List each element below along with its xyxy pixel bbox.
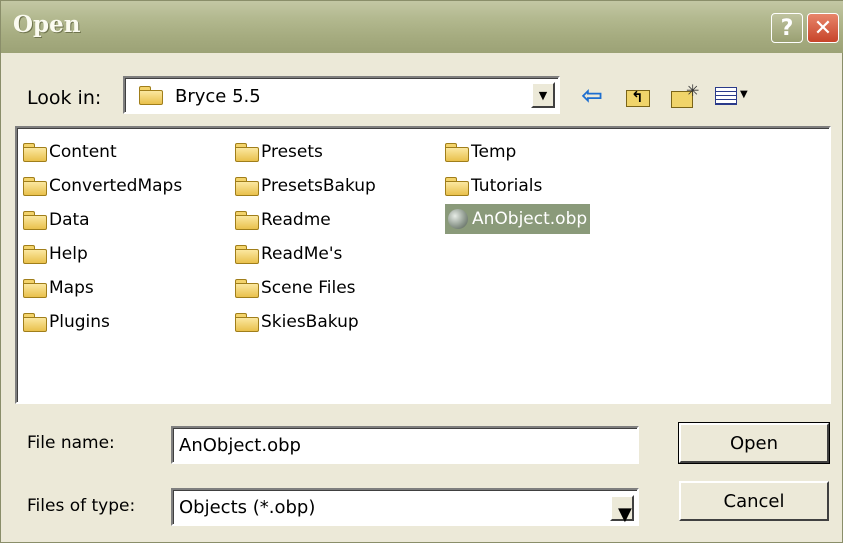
up-folder-icon: ↰ (626, 87, 650, 107)
object-file-icon (448, 209, 468, 229)
title-bar[interactable]: Open ? ✕ (1, 1, 843, 53)
list-item[interactable]: Temp (445, 138, 519, 166)
chevron-down-icon: ▼ (538, 88, 548, 102)
folder-icon (235, 279, 259, 298)
list-item-label: AnObject.obp (472, 209, 588, 229)
list-item-label: Readme (261, 210, 331, 230)
back-button[interactable]: ⇦ (577, 81, 607, 111)
window-title: Open (13, 11, 81, 38)
folder-icon (23, 143, 47, 162)
list-item[interactable]: Data (23, 206, 93, 234)
close-button[interactable]: ✕ (807, 13, 839, 43)
list-item-selected[interactable]: AnObject.obp (445, 204, 591, 234)
cancel-button[interactable]: Cancel (679, 481, 829, 521)
list-item-label: Plugins (49, 312, 110, 332)
list-item[interactable]: Presets (235, 138, 326, 166)
list-item-label: Maps (49, 278, 94, 298)
folder-icon (445, 177, 469, 196)
open-dialog: Open ? ✕ Look in: Bryce 5.5 ▼ ⇦ ↰ ✳ ▼ Co… (0, 0, 843, 543)
new-folder-icon: ✳ (671, 81, 699, 108)
look-in-value: Bryce 5.5 (175, 86, 261, 107)
list-item-label: Scene Files (261, 278, 356, 298)
open-button[interactable]: Open (678, 422, 830, 464)
look-in-label: Look in: (27, 87, 102, 109)
folder-icon (23, 279, 47, 298)
list-item-label: Tutorials (471, 176, 543, 196)
file-name-value: AnObject.obp (179, 435, 301, 456)
list-item-label: ConvertedMaps (49, 176, 183, 196)
list-item[interactable]: PresetsBakup (235, 172, 379, 200)
folder-icon (23, 245, 47, 264)
folder-icon (23, 313, 47, 332)
up-one-level-button[interactable]: ↰ (623, 82, 653, 110)
list-item-label: Help (49, 244, 88, 264)
folder-icon (235, 177, 259, 196)
folder-icon (235, 211, 259, 230)
file-type-label: Files of type: (27, 496, 136, 516)
help-button[interactable]: ? (771, 13, 803, 43)
close-icon: ✕ (813, 15, 833, 41)
list-item[interactable]: Tutorials (445, 172, 545, 200)
list-item-label: SkiesBakup (261, 312, 359, 332)
file-name-input[interactable]: AnObject.obp (171, 426, 639, 464)
list-item[interactable]: SkiesBakup (235, 308, 362, 336)
folder-icon (235, 313, 259, 332)
list-item[interactable]: Scene Files (235, 274, 359, 302)
back-arrow-icon: ⇦ (581, 81, 603, 111)
look-in-dropdown-button[interactable]: ▼ (531, 82, 555, 108)
file-type-dropdown-button[interactable]: ▼ (610, 495, 634, 525)
folder-icon (235, 245, 259, 264)
list-item[interactable]: ConvertedMaps (23, 172, 185, 200)
folder-icon (23, 211, 47, 230)
view-menu-button[interactable]: ▼ (715, 82, 748, 110)
list-item[interactable]: Content (23, 138, 120, 166)
list-item[interactable]: Plugins (23, 308, 113, 336)
list-item-label: Temp (471, 142, 517, 162)
view-menu-icon: ▼ (715, 85, 748, 107)
list-item[interactable]: Maps (23, 274, 97, 302)
file-type-value: Objects (*.obp) (179, 497, 316, 518)
help-icon: ? (780, 15, 794, 41)
file-name-label: File name: (27, 433, 115, 453)
list-item-label: Content (49, 142, 117, 162)
file-list[interactable]: Content ConvertedMaps Data Help Maps Plu… (15, 126, 831, 404)
list-item[interactable]: ReadMe's (235, 240, 345, 268)
chevron-down-icon: ▼ (618, 504, 632, 525)
list-item-label: ReadMe's (261, 244, 343, 264)
folder-icon (235, 143, 259, 162)
list-item[interactable]: Help (23, 240, 91, 268)
file-type-dropdown[interactable]: Objects (*.obp) ▼ (171, 488, 639, 526)
list-item[interactable]: Readme (235, 206, 334, 234)
folder-icon (23, 177, 47, 196)
list-item-label: Data (49, 210, 90, 230)
look-in-dropdown[interactable]: Bryce 5.5 ▼ (123, 76, 560, 114)
folder-icon (445, 143, 469, 162)
list-item-label: Presets (261, 142, 323, 162)
toolbar: ⇦ ↰ ✳ ▼ (577, 81, 748, 111)
folder-icon (139, 86, 163, 105)
list-item-label: PresetsBakup (261, 176, 376, 196)
create-new-folder-button[interactable]: ✳ (669, 81, 699, 110)
